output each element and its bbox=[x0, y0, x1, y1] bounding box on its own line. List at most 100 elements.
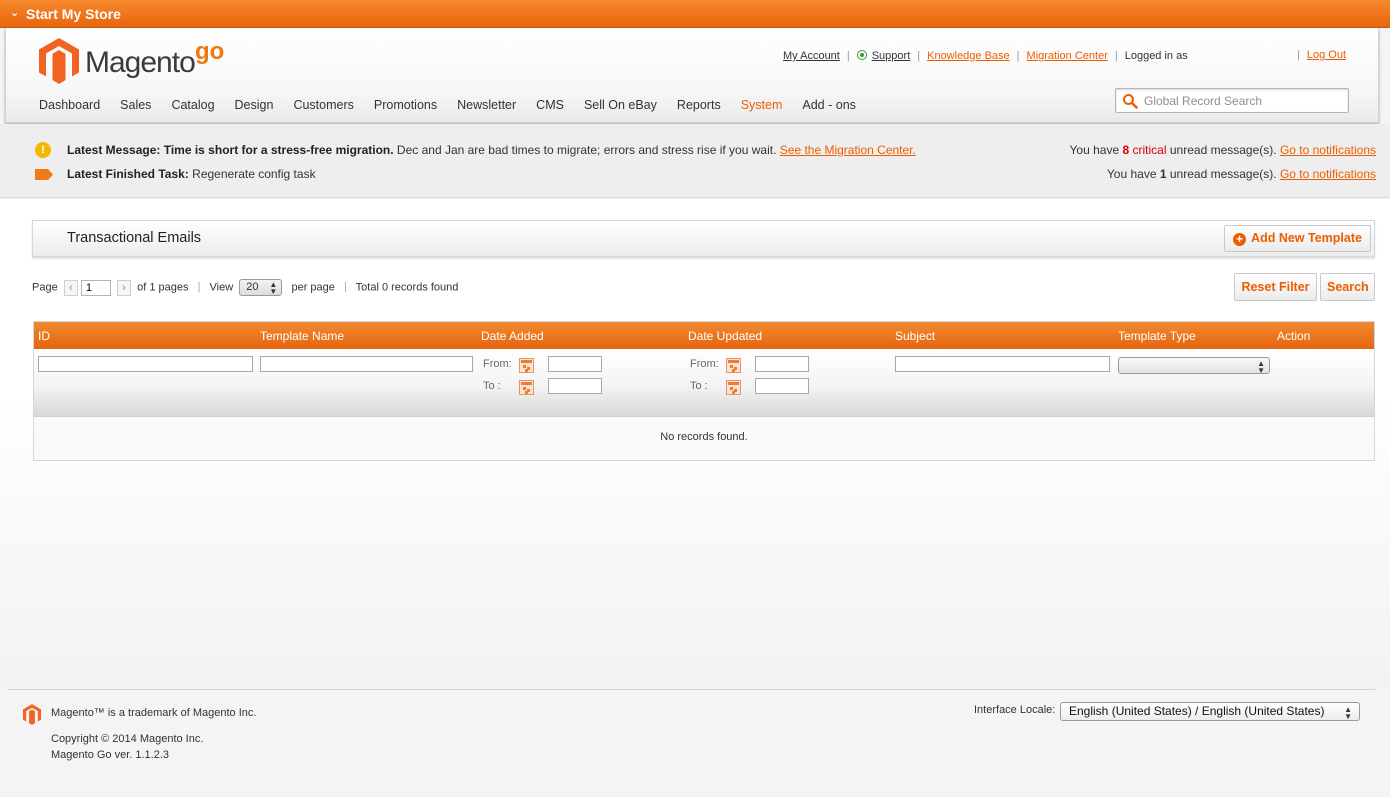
date-updated-from-input[interactable] bbox=[755, 356, 809, 372]
brand-wordmark: Magento bbox=[85, 46, 196, 79]
unread-notice: You have 1 unread message(s). Go to noti… bbox=[1107, 167, 1376, 181]
date-added-to-label: To : bbox=[483, 380, 501, 392]
filter-template-name-input[interactable] bbox=[260, 356, 473, 372]
calendar-icon[interactable] bbox=[519, 380, 534, 395]
system-messages: ! Latest Message: Time is short for a st… bbox=[0, 124, 1390, 198]
magento-logo-icon bbox=[39, 38, 79, 84]
logout-group: | Log Out bbox=[1297, 49, 1346, 61]
of-pages-text: of 1 pages bbox=[137, 281, 189, 294]
search-button[interactable]: Search bbox=[1320, 273, 1375, 301]
col-action: Action bbox=[1277, 329, 1311, 343]
support-icon bbox=[856, 50, 867, 60]
support-link[interactable]: Support bbox=[872, 50, 911, 62]
date-added-from-label: From: bbox=[483, 358, 512, 370]
log-out-link[interactable]: Log Out bbox=[1307, 49, 1346, 61]
warning-icon: ! bbox=[35, 142, 51, 158]
footer: Magento™ is a trademark of Magento Inc. … bbox=[0, 689, 1390, 797]
my-account-link[interactable]: My Account bbox=[783, 50, 840, 62]
magento-go-logo[interactable]: Magento go bbox=[39, 38, 239, 84]
latest-task: Latest Finished Task: Regenerate config … bbox=[67, 167, 316, 181]
logged-in-as-text: Logged in as bbox=[1124, 50, 1188, 62]
grid-filter-row: From: To : From: To : ▲ ▼ bbox=[34, 349, 1374, 417]
filter-id-input[interactable] bbox=[38, 356, 253, 372]
page-header: Transactional Emails + Add New Template bbox=[32, 220, 1375, 257]
interface-locale-select[interactable]: English (United States) / English (Unite… bbox=[1060, 702, 1360, 721]
nav-catalog[interactable]: Catalog bbox=[171, 98, 214, 112]
nav-design[interactable]: Design bbox=[235, 98, 274, 112]
per-page-select[interactable]: 20 ▲ ▼ bbox=[239, 279, 283, 296]
latest-task-text: Regenerate config task bbox=[192, 167, 316, 181]
prev-page-icon[interactable]: ‹ bbox=[63, 279, 78, 296]
date-updated-from-label: From: bbox=[690, 358, 719, 370]
critical-notice: You have 8 critical unread message(s). G… bbox=[1070, 143, 1376, 157]
nav-newsletter[interactable]: Newsletter bbox=[457, 98, 516, 112]
start-my-store-bar[interactable]: ⌄ Start My Store bbox=[0, 0, 1390, 28]
col-date-updated[interactable]: Date Updated bbox=[688, 329, 762, 343]
col-template-name[interactable]: Template Name bbox=[260, 329, 344, 343]
nav-add-ons[interactable]: Add - ons bbox=[802, 98, 856, 112]
nav-cms[interactable]: CMS bbox=[536, 98, 564, 112]
col-id[interactable]: ID bbox=[38, 329, 50, 343]
date-added-to-input[interactable] bbox=[548, 378, 602, 394]
global-search[interactable] bbox=[1115, 88, 1349, 113]
nav-sales[interactable]: Sales bbox=[120, 98, 151, 112]
pager: Page ‹ › of 1 pages | View 20▲▼ per page… bbox=[32, 279, 458, 296]
add-new-template-button[interactable]: + Add New Template bbox=[1224, 225, 1371, 252]
migration-center-link[interactable]: Migration Center bbox=[1027, 50, 1108, 62]
calendar-icon[interactable] bbox=[519, 358, 534, 373]
col-subject[interactable]: Subject bbox=[895, 329, 935, 343]
filter-template-type-select[interactable]: ▲ ▼ bbox=[1118, 357, 1270, 375]
page-title: Transactional Emails bbox=[67, 230, 202, 246]
unread-suffix: unread message(s). bbox=[1169, 167, 1277, 181]
templates-grid: ID Template Name Date Added Date Updated… bbox=[33, 321, 1375, 461]
trademark-text: Magento™ is a trademark of Magento Inc. bbox=[51, 707, 257, 719]
latest-task-label: Latest Finished Task: bbox=[67, 167, 189, 181]
latest-message-label: Latest Message: bbox=[67, 143, 161, 157]
goto-notifications-link[interactable]: Go to notifications bbox=[1280, 167, 1376, 181]
header: Magento go My Account | Support | Knowledge … bbox=[5, 28, 1379, 123]
goto-notifications-critical-link[interactable]: Go to notifications bbox=[1280, 143, 1376, 157]
date-added-from-input[interactable] bbox=[548, 356, 602, 372]
col-date-added[interactable]: Date Added bbox=[481, 329, 544, 343]
copyright-text: Copyright © 2014 Magento Inc. bbox=[51, 733, 204, 745]
page-number-input[interactable] bbox=[80, 279, 111, 296]
filter-subject-input[interactable] bbox=[895, 356, 1110, 372]
nav-system[interactable]: System bbox=[741, 98, 783, 112]
critical-prefix: You have bbox=[1069, 143, 1120, 157]
nav-reports[interactable]: Reports bbox=[677, 98, 721, 112]
start-my-store-title[interactable]: Start My Store bbox=[26, 6, 121, 22]
nav-dashboard[interactable]: Dashboard bbox=[39, 98, 100, 112]
view-label: View bbox=[209, 281, 234, 294]
nav-customers[interactable]: Customers bbox=[293, 98, 353, 112]
reset-filter-button[interactable]: Reset Filter bbox=[1234, 273, 1317, 301]
per-page-label: per page bbox=[291, 281, 335, 294]
calendar-icon[interactable] bbox=[726, 380, 741, 395]
next-page-icon[interactable]: › bbox=[117, 279, 132, 296]
date-updated-to-input[interactable] bbox=[755, 378, 809, 394]
nav-promotions[interactable]: Promotions bbox=[374, 98, 437, 112]
nav-sell-on-ebay[interactable]: Sell On eBay bbox=[584, 98, 657, 112]
col-template-type[interactable]: Template Type bbox=[1118, 329, 1196, 343]
latest-message-text: Dec and Jan are bad times to migrate; er… bbox=[396, 143, 777, 157]
add-icon: + bbox=[1233, 233, 1247, 246]
per-page-value: 20 bbox=[246, 281, 259, 293]
chevron-down-icon[interactable]: ⌄ bbox=[10, 6, 19, 19]
main-nav: Dashboard Sales Catalog Design Customers Prom… bbox=[39, 98, 876, 112]
magento-footer-logo-icon bbox=[23, 704, 41, 725]
select-arrows-icon: ▲ ▼ bbox=[269, 280, 278, 296]
task-flag-icon bbox=[35, 169, 53, 180]
knowledge-base-link[interactable]: Knowledge Base bbox=[927, 50, 1010, 62]
global-search-input[interactable] bbox=[1144, 92, 1344, 109]
add-new-template-label: Add New Template bbox=[1251, 231, 1362, 245]
page-label: Page bbox=[32, 281, 58, 294]
empty-state: No records found. bbox=[660, 431, 748, 443]
brand-suffix: go bbox=[195, 38, 225, 65]
header-links: My Account | Support | Knowledge Base | Migrat… bbox=[783, 50, 1188, 62]
select-arrows-icon: ▲ ▼ bbox=[1257, 359, 1265, 375]
grid-header-row: ID Template Name Date Added Date Updated… bbox=[34, 322, 1374, 349]
critical-count: 8 bbox=[1122, 143, 1130, 157]
select-arrows-icon: ▲ ▼ bbox=[1344, 705, 1352, 721]
latest-message-headline: Time is short for a stress-free migratio… bbox=[163, 143, 394, 157]
migration-center-message-link[interactable]: See the Migration Center. bbox=[780, 143, 916, 157]
calendar-icon[interactable] bbox=[726, 358, 741, 373]
